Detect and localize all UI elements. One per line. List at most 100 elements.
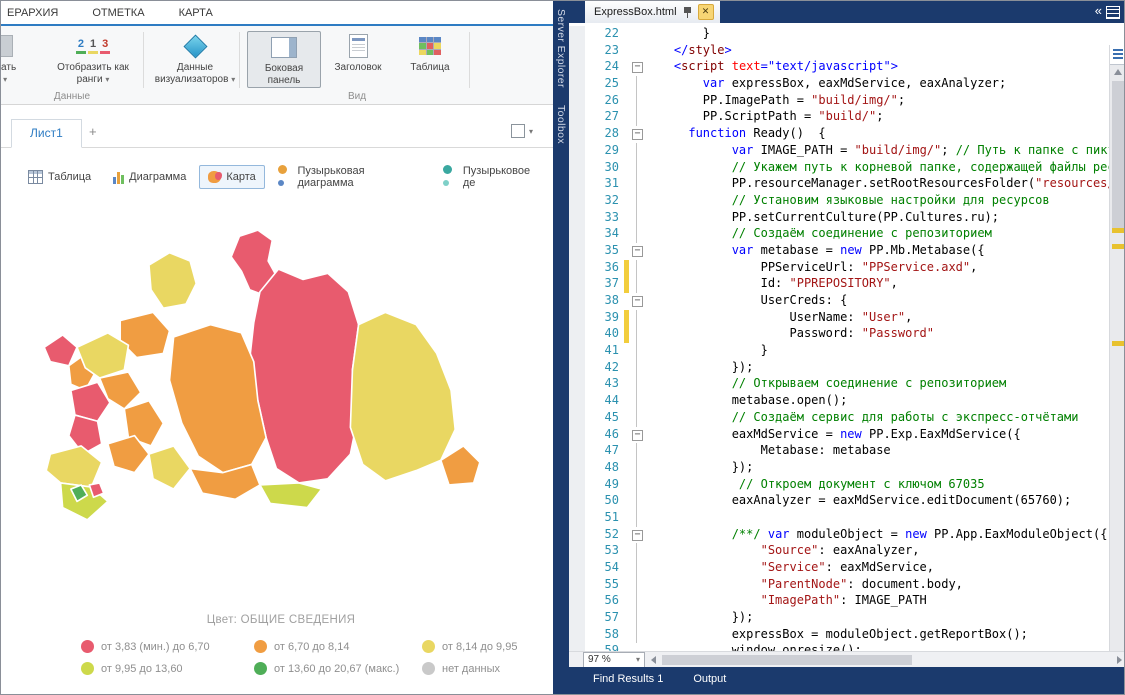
fold-toggle-icon[interactable]: − — [629, 243, 645, 260]
code-line[interactable]: 27 PP.ScriptPath = "build/"; — [569, 109, 1109, 126]
code-line[interactable]: 50 eaxAnalyzer = eaxMdService.editDocume… — [569, 493, 1109, 510]
code-line[interactable]: 25 var expressBox, eaxMdService, eaxAnal… — [569, 76, 1109, 93]
ribbon-button-header[interactable]: Заголовок — [323, 31, 393, 74]
ribbon-button-side-panel[interactable]: Боковая панель — [247, 31, 321, 88]
code-line[interactable]: 36 PPServiceUrl: "PPService.axd", — [569, 260, 1109, 277]
line-number: 32 — [585, 193, 624, 210]
collapse-chevrons-icon[interactable]: « — [1095, 3, 1102, 18]
code-line[interactable]: 32 // Установим языковые настройки для р… — [569, 193, 1109, 210]
vertical-scrollbar[interactable] — [1109, 45, 1125, 651]
hscrollbar-thumb[interactable] — [662, 655, 912, 665]
code-line[interactable]: 54 "Service": eaxMdService, — [569, 560, 1109, 577]
window-list-icon[interactable] — [1106, 6, 1120, 19]
code-line[interactable]: 35− var metabase = new PP.Mb.Metabase({ — [569, 243, 1109, 260]
code-line[interactable]: 51 — [569, 510, 1109, 527]
code-line[interactable]: 41 } — [569, 343, 1109, 360]
code-line[interactable]: 38− UserCreds: { — [569, 293, 1109, 310]
code-line[interactable]: 34 // Создаём соединение с репозиторием — [569, 226, 1109, 243]
view-tab-chart[interactable]: Диаграмма — [104, 165, 195, 190]
code-line[interactable]: 33 PP.setCurrentCulture(PP.Cultures.ru); — [569, 210, 1109, 227]
bottom-panel: Find Results 1 Output — [569, 667, 1125, 695]
map-region[interactable] — [350, 312, 455, 481]
tab-toolbox[interactable]: Toolbox — [555, 105, 567, 144]
fold-toggle-icon[interactable]: − — [629, 527, 645, 544]
code-line[interactable]: 31 PP.resourceManager.setRootResourcesFo… — [569, 176, 1109, 193]
code-line[interactable]: 43 // Открываем соединение с репозиторие… — [569, 376, 1109, 393]
menu-item-map[interactable]: КАРТА — [179, 7, 213, 19]
code-text: </style> — [645, 43, 732, 60]
line-number: 26 — [585, 93, 624, 110]
fold-toggle-icon[interactable]: − — [629, 59, 645, 76]
code-line[interactable]: 22 } — [569, 26, 1109, 43]
indicator-margin — [569, 543, 585, 560]
view-tab-map[interactable]: Карта — [199, 165, 264, 189]
code-line[interactable]: 48 }); — [569, 460, 1109, 477]
map-region[interactable] — [260, 483, 322, 508]
scroll-up-arrow-icon[interactable] — [1114, 69, 1122, 75]
code-line[interactable]: 42 }); — [569, 360, 1109, 377]
code-text: }); — [645, 360, 753, 377]
tab-find-results[interactable]: Find Results 1 — [593, 673, 663, 685]
fold-margin — [629, 493, 645, 510]
ribbon-button-show-as-ranks[interactable]: 213 Отобразить как ранги ▾ — [49, 31, 137, 86]
map-region[interactable] — [44, 335, 77, 366]
code-line[interactable]: 23 </style> — [569, 43, 1109, 60]
code-editor[interactable]: 22 }23 </style>24− <script text="text/ja… — [569, 23, 1125, 651]
code-line[interactable]: 45 // Создаём сервис для работы с экспре… — [569, 410, 1109, 427]
code-text: Password: "Password" — [645, 326, 934, 343]
code-line[interactable]: 57 }); — [569, 610, 1109, 627]
code-line[interactable]: 30 // Укажем путь к корневой папке, соде… — [569, 160, 1109, 177]
code-line[interactable]: 53 "Source": eaxAnalyzer, — [569, 543, 1109, 560]
view-tab-bubble-tree[interactable]: Пузырьковое де — [434, 159, 553, 195]
view-tab-bubble-chart[interactable]: Пузырьковая диаграмма — [269, 159, 430, 195]
code-line[interactable]: 49 // Откроем документ с ключом 67035 — [569, 477, 1109, 494]
legend-title: Цвет: ОБЩИЕ СВЕДЕНИЯ — [31, 614, 531, 626]
close-icon[interactable]: ✕ — [698, 4, 714, 20]
fold-toggle-icon[interactable]: − — [629, 293, 645, 310]
code-line[interactable]: 58 expressBox = moduleObject.getReportBo… — [569, 627, 1109, 644]
ribbon-button-table[interactable]: Таблица — [399, 31, 461, 74]
code-line[interactable]: 44 metabase.open(); — [569, 393, 1109, 410]
scrollbar-thumb[interactable] — [1112, 81, 1124, 231]
menu-item-mark[interactable]: ОТМЕТКА — [92, 7, 144, 19]
code-line[interactable]: 29 var IMAGE_PATH = "build/img/"; // Пут… — [569, 143, 1109, 160]
map-region[interactable] — [46, 446, 101, 487]
tab-output[interactable]: Output — [693, 673, 726, 685]
scroll-left-arrow-icon[interactable] — [651, 656, 656, 664]
fold-toggle-icon[interactable]: − — [629, 126, 645, 143]
map-region[interactable] — [441, 446, 480, 485]
code-line[interactable]: 52− /**/ var moduleObject = new PP.App.E… — [569, 527, 1109, 544]
split-editor-button[interactable] — [1110, 45, 1125, 65]
fold-toggle-icon[interactable]: − — [629, 427, 645, 444]
code-line[interactable]: 37 Id: "PPREPOSITORY", — [569, 276, 1109, 293]
add-sheet-button[interactable]: + — [89, 124, 97, 139]
code-line[interactable]: 28− function Ready() { — [569, 126, 1109, 143]
zoom-dropdown[interactable]: 97 % ▾ — [583, 652, 645, 668]
code-line[interactable]: 39 UserName: "User", — [569, 310, 1109, 327]
indicator-margin — [569, 143, 585, 160]
legend-color-dot — [81, 640, 94, 653]
map-region[interactable] — [149, 253, 196, 308]
code-line[interactable]: 59 window.onresize(); — [569, 643, 1109, 651]
code-line[interactable]: 47 Metabase: metabase — [569, 443, 1109, 460]
view-tab-table[interactable]: Таблица — [19, 164, 100, 190]
doc-tab-expressbox[interactable]: ExpressBox.html ✕ — [585, 1, 720, 23]
ribbon-button-cut[interactable]: зовать е ▾ — [0, 31, 37, 86]
code-line[interactable]: 56 "ImagePath": IMAGE_PATH — [569, 593, 1109, 610]
indicator-margin — [569, 560, 585, 577]
code-line[interactable]: 24− <script text="text/javascript"> — [569, 59, 1109, 76]
sheet-tab-list1[interactable]: Лист1 — [11, 119, 82, 148]
pin-icon[interactable] — [683, 7, 692, 18]
tab-server-explorer[interactable]: Server Explorer — [555, 9, 567, 88]
menu-item-hierarchy[interactable]: ЕРАРХИЯ — [7, 7, 58, 19]
legend-item-label: от 3,83 (мин.) до 6,70 — [101, 641, 210, 653]
code-line[interactable]: 40 Password: "Password" — [569, 326, 1109, 343]
sheet-panel-switcher[interactable]: ▾ — [511, 124, 533, 138]
code-line[interactable]: 26 PP.ImagePath = "build/img/"; — [569, 93, 1109, 110]
map-region[interactable] — [149, 446, 190, 489]
map-region[interactable] — [250, 269, 359, 483]
code-line[interactable]: 46− eaxMdService = new PP.Exp.EaxMdServi… — [569, 427, 1109, 444]
ribbon-button-visualizer-data[interactable]: Данные визуализаторов ▾ — [149, 31, 241, 86]
scroll-right-arrow-icon[interactable] — [1117, 656, 1122, 664]
code-line[interactable]: 55 "ParentNode": document.body, — [569, 577, 1109, 594]
